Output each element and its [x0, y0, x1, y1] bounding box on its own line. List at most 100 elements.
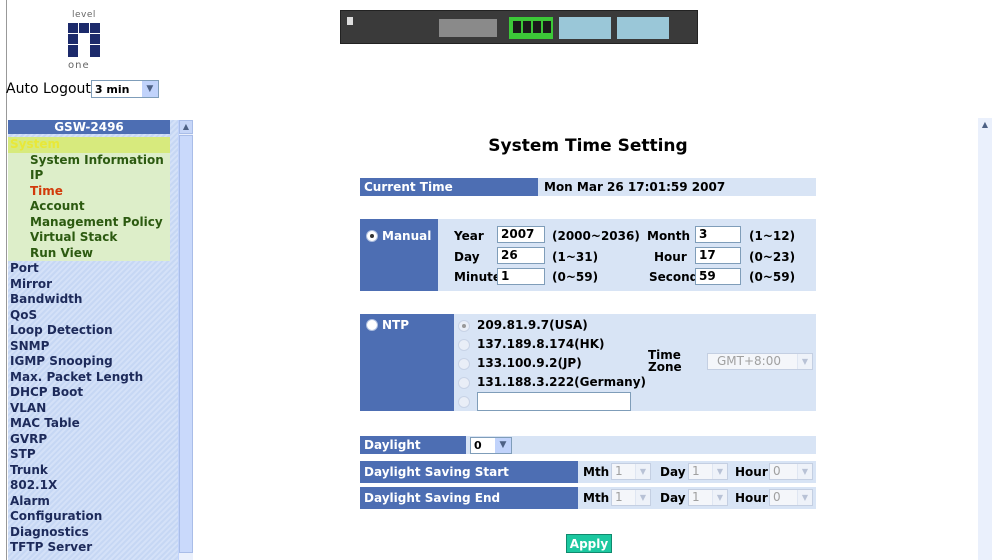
- menu-item-loop-detection[interactable]: Loop Detection: [8, 323, 170, 339]
- menu-item-802-1x[interactable]: 802.1X: [8, 478, 170, 494]
- page-title: System Time Setting: [488, 136, 688, 156]
- timezone-label: Time Zone: [648, 348, 682, 374]
- menu-item-igmp-snooping[interactable]: IGMP Snooping: [8, 354, 170, 370]
- ntp-custom-server-input[interactable]: [477, 392, 631, 411]
- start-hour-value: 0: [773, 464, 781, 478]
- menu-scrollbar[interactable]: ▲: [178, 120, 193, 560]
- month-input[interactable]: 3: [695, 226, 741, 243]
- hour-input[interactable]: 17: [695, 247, 741, 264]
- end-mth-select[interactable]: 1 ▼: [611, 489, 651, 506]
- chevron-down-icon: ▼: [712, 464, 727, 479]
- minute-input[interactable]: 1: [497, 268, 545, 285]
- menu-item-stp[interactable]: STP: [8, 447, 170, 463]
- end-day-label: Day: [660, 491, 686, 505]
- menu-item-run-view[interactable]: Run View: [8, 245, 170, 261]
- minute-range: (0~59): [552, 270, 599, 284]
- hour-range: (0~23): [749, 250, 796, 264]
- port-active-3: [533, 21, 541, 33]
- apply-button[interactable]: Apply: [566, 534, 612, 553]
- port-active-1: [513, 21, 521, 33]
- menu-item-tftp-server[interactable]: TFTP Server: [8, 540, 170, 556]
- manual-label: Manual: [382, 229, 432, 243]
- month-label: Month: [647, 229, 691, 243]
- end-day-select[interactable]: 1 ▼: [688, 489, 728, 506]
- port-group-3: [617, 17, 669, 39]
- second-label: Second: [649, 270, 699, 284]
- menu-item-virtual-stack[interactable]: Virtual Stack: [8, 230, 170, 246]
- day-input[interactable]: 26: [497, 247, 545, 264]
- menu-item-snmp[interactable]: SNMP: [8, 339, 170, 355]
- menu-item-account[interactable]: Account: [8, 199, 170, 215]
- year-range: (2000~2036): [552, 229, 640, 243]
- auto-logout: Auto Logout 3 min ▼: [6, 80, 159, 98]
- chevron-down-icon: ▼: [635, 490, 650, 505]
- second-input[interactable]: 59: [695, 268, 741, 285]
- logo-level-text: level: [72, 10, 96, 20]
- menu-item-trunk[interactable]: Trunk: [8, 463, 170, 479]
- chevron-down-icon: ▼: [797, 354, 812, 369]
- start-day-label: Day: [660, 465, 686, 479]
- start-day-value: 1: [692, 464, 700, 478]
- ntp-server-1: 209.81.9.7(USA): [477, 318, 588, 332]
- port-active-4: [543, 21, 551, 33]
- end-mth-label: Mth: [583, 491, 610, 505]
- auto-logout-select[interactable]: 3 min ▼: [90, 80, 159, 98]
- end-mth-value: 1: [615, 490, 623, 504]
- start-mth-select[interactable]: 1 ▼: [611, 463, 651, 480]
- menu-item-time[interactable]: Time: [8, 183, 170, 199]
- day-label: Day: [454, 250, 480, 264]
- ntp-server-radio-2[interactable]: [458, 339, 470, 351]
- scroll-up-icon[interactable]: ▲: [179, 120, 193, 134]
- logo-mark-icon: [68, 23, 100, 57]
- menu-device-title: GSW-2496: [8, 120, 170, 134]
- port-group-2: [559, 17, 611, 39]
- menu-item-system-information[interactable]: System Information: [8, 152, 170, 168]
- start-day-select[interactable]: 1 ▼: [688, 463, 728, 480]
- logo-one-text: one: [68, 60, 90, 71]
- timezone-select[interactable]: GMT+8:00 ▼: [707, 353, 813, 370]
- chevron-down-icon: ▼: [797, 490, 812, 505]
- chevron-down-icon: ▼: [797, 464, 812, 479]
- scrollbar-thumb[interactable]: [179, 135, 193, 553]
- menu-item-management-policy[interactable]: Management Policy: [8, 214, 170, 230]
- ntp-radio[interactable]: [366, 319, 378, 331]
- ntp-server-radio-custom[interactable]: [458, 396, 470, 408]
- port-active-2: [523, 21, 531, 33]
- menu-item-ip[interactable]: IP: [8, 168, 170, 184]
- daylight-saving-select[interactable]: 0 ▼: [470, 437, 512, 454]
- ntp-server-2: 137.189.8.174(HK): [477, 337, 605, 351]
- menu-item-dhcp-boot[interactable]: DHCP Boot: [8, 385, 170, 401]
- scroll-up-icon[interactable]: ▲: [978, 118, 992, 132]
- chevron-down-icon: ▼: [635, 464, 650, 479]
- manual-radio[interactable]: [366, 230, 378, 242]
- daylight-saving-start-label: Daylight Saving Start: [360, 461, 578, 483]
- menu-item-bandwidth[interactable]: Bandwidth: [8, 292, 170, 308]
- menu-item-vlan[interactable]: VLAN: [8, 401, 170, 417]
- start-hour-select[interactable]: 0 ▼: [769, 463, 813, 480]
- page-scrollbar[interactable]: ▲: [978, 118, 992, 560]
- menu-item-max-packet-length[interactable]: Max. Packet Length: [8, 370, 170, 386]
- menu-item-mirror[interactable]: Mirror: [8, 277, 170, 293]
- auto-logout-value: 3 min: [94, 83, 130, 96]
- menu-item-configuration[interactable]: Configuration: [8, 509, 170, 525]
- menu-item-system[interactable]: System: [8, 137, 170, 153]
- menu-item-qos[interactable]: QoS: [8, 308, 170, 324]
- timezone-value: GMT+8:00: [717, 354, 781, 368]
- menu-item-port[interactable]: Port: [8, 261, 170, 277]
- menu-item-mac-table[interactable]: MAC Table: [8, 416, 170, 432]
- panel-logo-mark: [347, 17, 353, 25]
- ntp-server-radio-1[interactable]: [458, 320, 470, 332]
- switch-front-panel-image: [340, 10, 698, 44]
- current-time-value: Mon Mar 26 17:01:59 2007: [544, 180, 726, 194]
- second-range: (0~59): [749, 270, 796, 284]
- menu-item-alarm[interactable]: Alarm: [8, 494, 170, 510]
- ntp-server-radio-3[interactable]: [458, 358, 470, 370]
- hour-label: Hour: [654, 250, 687, 264]
- month-range: (1~12): [749, 229, 796, 243]
- menu-item-gvrp[interactable]: GVRP: [8, 432, 170, 448]
- end-hour-select[interactable]: 0 ▼: [769, 489, 813, 506]
- ntp-server-radio-4[interactable]: [458, 377, 470, 389]
- year-input[interactable]: 2007: [497, 226, 545, 243]
- chevron-down-icon: ▼: [494, 438, 511, 453]
- menu-item-diagnostics[interactable]: Diagnostics: [8, 525, 170, 541]
